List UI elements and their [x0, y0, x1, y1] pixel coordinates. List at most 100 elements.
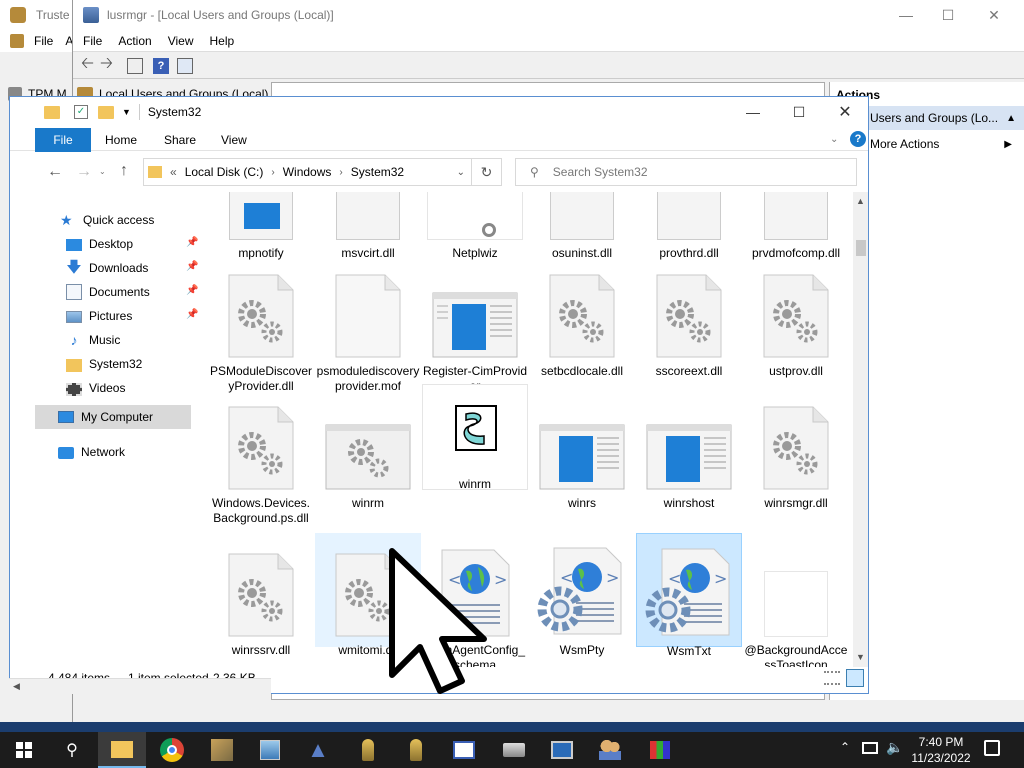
file-item[interactable]: winrssrv.dll: [208, 537, 314, 658]
maximize-button[interactable]: ☐: [776, 97, 822, 127]
taskbar-app-monitor[interactable]: [544, 732, 580, 768]
search-box[interactable]: ⚲ Search System32: [515, 158, 857, 186]
file-item[interactable]: prvdmofcomp.dll: [743, 192, 849, 261]
minimize-button[interactable]: —: [730, 97, 776, 127]
collapse-arrow-icon[interactable]: ▲: [1006, 113, 1016, 124]
new-folder-icon[interactable]: [98, 105, 114, 119]
vertical-scrollbar[interactable]: ▲ ▼: [853, 192, 868, 667]
address-crumb-disk[interactable]: Local Disk (C:): [185, 165, 264, 179]
clock[interactable]: 7:40 PM 11/23/2022: [910, 734, 972, 766]
taskbar-explorer[interactable]: [98, 732, 146, 768]
large-icons-view-icon[interactable]: [846, 669, 864, 687]
menu-file[interactable]: File: [34, 34, 53, 48]
file-item[interactable]: @BackgroundAccessToastIcon: [743, 537, 849, 667]
pin-icon[interactable]: 📌: [186, 237, 198, 248]
scroll-thumb[interactable]: [856, 240, 866, 256]
pin-icon[interactable]: 📌: [186, 285, 198, 296]
file-item[interactable]: provthrd.dll: [636, 192, 742, 261]
nav-documents[interactable]: Documents: [66, 281, 150, 303]
notifications-icon[interactable]: [984, 740, 1000, 756]
help-icon[interactable]: ?: [850, 131, 866, 147]
menu-file[interactable]: File: [83, 34, 102, 48]
forward-icon[interactable]: 🡢: [100, 52, 113, 79]
network-status-icon[interactable]: [862, 742, 878, 754]
file-item[interactable]: Register-CimProvider: [422, 258, 528, 394]
taskbar-chrome[interactable]: [152, 732, 192, 768]
file-item[interactable]: winrm: [315, 390, 421, 511]
close-button[interactable]: ✕: [971, 0, 1017, 30]
file-item[interactable]: winrshost: [636, 390, 742, 511]
menu-action[interactable]: Action: [118, 34, 151, 48]
file-item[interactable]: Windows.Devices.Background.ps.dll: [208, 390, 314, 526]
file-item[interactable]: psmodulediscoveryprovider.mof: [315, 258, 421, 394]
properties-icon[interactable]: ✓: [74, 105, 88, 119]
horizontal-scrollbar[interactable]: ◀: [9, 678, 271, 694]
search-input[interactable]: Search System32: [553, 165, 648, 179]
scroll-up-icon[interactable]: ▲: [856, 196, 865, 206]
up-icon[interactable]: ↑: [120, 162, 128, 180]
file-item[interactable]: ustprov.dll: [743, 258, 849, 379]
nav-my-computer[interactable]: My Computer: [35, 405, 191, 429]
expand-ribbon-icon[interactable]: ⌄: [830, 134, 838, 145]
tab-home[interactable]: Home: [105, 133, 137, 147]
taskbar-app-users[interactable]: [592, 732, 628, 768]
nav-desktop[interactable]: Desktop: [66, 233, 133, 255]
pin-icon[interactable]: 📌: [186, 261, 198, 272]
taskbar-app-chart[interactable]: [446, 732, 482, 768]
taskbar-app-triangle[interactable]: ▲: [300, 732, 336, 768]
maximize-button[interactable]: ☐: [925, 0, 971, 30]
console-tree-icon[interactable]: [126, 57, 143, 74]
taskbar-app-blocks[interactable]: [642, 732, 678, 768]
scroll-left-icon[interactable]: ◀: [13, 681, 20, 692]
scroll-down-icon[interactable]: ▼: [856, 652, 865, 662]
back-icon[interactable]: ←: [47, 163, 63, 181]
taskbar-app-key2[interactable]: [398, 732, 434, 768]
taskbar-app-server[interactable]: [496, 732, 532, 768]
nav-system32[interactable]: System32: [66, 353, 142, 375]
forward-icon[interactable]: →: [76, 163, 92, 181]
file-item[interactable]: winrm: [422, 384, 528, 491]
details-view-icon[interactable]: [824, 671, 840, 685]
file-item[interactable]: winrs: [529, 390, 635, 511]
menu-help[interactable]: Help: [210, 34, 235, 48]
file-item[interactable]: setbcdlocale.dll: [529, 258, 635, 379]
back-icon[interactable]: 🡠: [81, 52, 94, 79]
nav-downloads[interactable]: 🡇 Downloads: [66, 257, 148, 279]
address-dropdown-icon[interactable]: ⌄: [457, 167, 465, 178]
pin-icon[interactable]: 📌: [186, 309, 198, 320]
recent-locations-icon[interactable]: ⌄: [99, 167, 106, 176]
taskbar-app-key1[interactable]: [350, 732, 386, 768]
show-hidden-icons-icon[interactable]: ⌃: [840, 740, 850, 754]
customize-qat-icon[interactable]: ▼: [122, 107, 131, 117]
action-pane-icon[interactable]: [176, 57, 193, 74]
tab-view[interactable]: View: [221, 133, 247, 147]
file-item[interactable]: winrsmgr.dll: [743, 390, 849, 511]
start-button[interactable]: [0, 732, 48, 768]
file-item[interactable]: Netplwiz: [422, 192, 528, 261]
taskbar-app-image[interactable]: [252, 732, 288, 768]
nav-network[interactable]: Network: [58, 441, 125, 463]
address-bar[interactable]: « Local Disk (C:) › Windows › System32 ⌄: [143, 158, 472, 186]
tab-share[interactable]: Share: [164, 133, 196, 147]
nav-videos[interactable]: Videos: [66, 377, 125, 399]
address-crumb-system32[interactable]: System32: [351, 165, 404, 179]
file-item-selected[interactable]: < > WsmTxt: [636, 533, 742, 658]
close-button[interactable]: ✕: [822, 97, 868, 127]
taskbar-app-tools[interactable]: [204, 732, 240, 768]
file-item[interactable]: osuninst.dll: [529, 192, 635, 261]
address-crumb-windows[interactable]: Windows: [283, 165, 332, 179]
file-item[interactable]: < > WsmPty: [529, 537, 635, 658]
file-item[interactable]: PSModuleDiscoveryProvider.dll: [208, 258, 314, 394]
nav-music[interactable]: ♪ Music: [66, 329, 121, 351]
menu-view[interactable]: View: [168, 34, 194, 48]
search-button[interactable]: ⚲: [48, 732, 96, 768]
file-item[interactable]: sscoreext.dll: [636, 258, 742, 379]
minimize-button[interactable]: —: [883, 0, 929, 30]
help-icon[interactable]: ?: [152, 57, 169, 74]
file-item[interactable]: msvcirt.dll: [315, 192, 421, 261]
volume-icon[interactable]: 🔈: [886, 739, 903, 756]
nav-quick-access[interactable]: ★ Quick access: [60, 209, 154, 231]
tab-file[interactable]: File: [35, 128, 91, 152]
file-item[interactable]: mpnotify: [208, 192, 314, 261]
refresh-button[interactable]: ↻: [472, 158, 502, 186]
